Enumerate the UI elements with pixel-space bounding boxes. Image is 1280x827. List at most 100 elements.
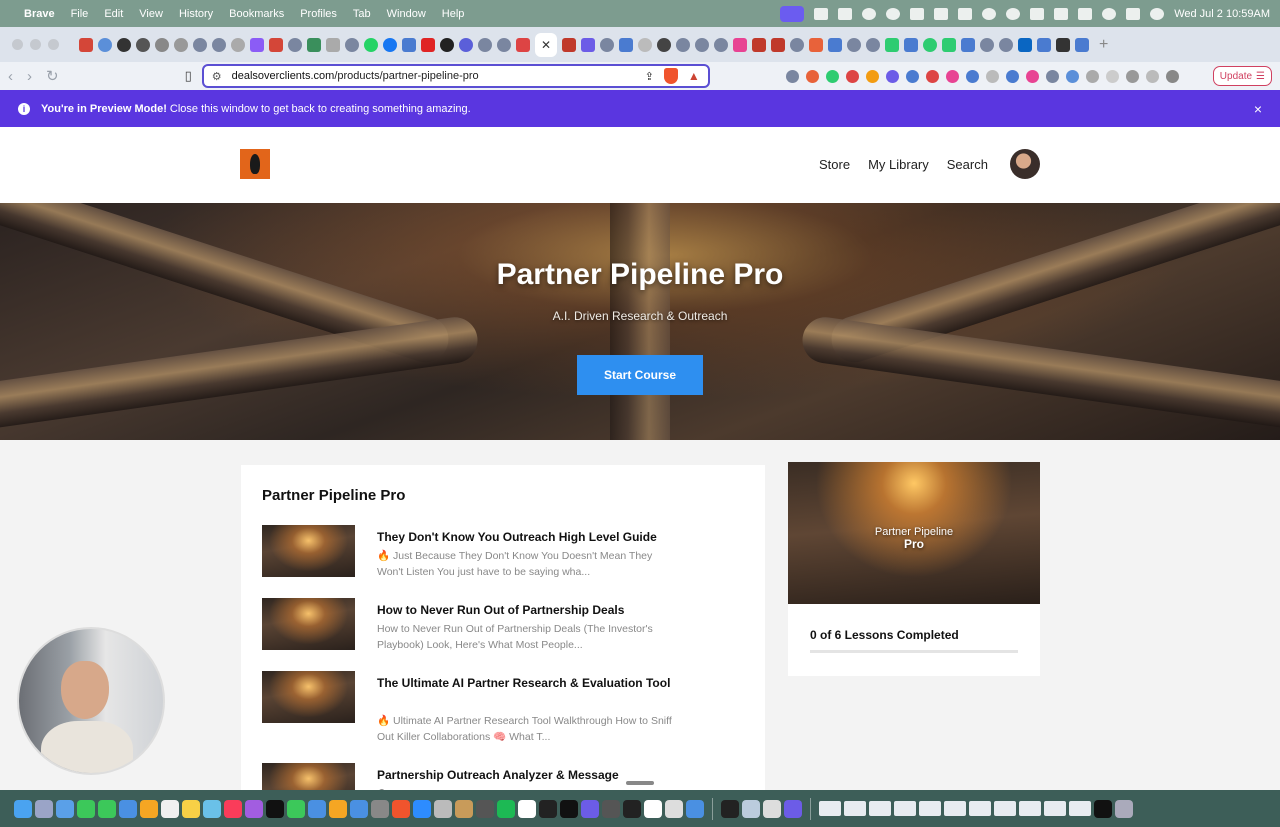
close-tab-icon[interactable]: ✕	[541, 38, 551, 52]
control-center-icon[interactable]	[1126, 7, 1141, 20]
site-tab-icon[interactable]	[581, 37, 595, 52]
gmail-tab-icon[interactable]	[269, 37, 283, 52]
extension-icon[interactable]	[1085, 69, 1099, 83]
settings-icon[interactable]	[982, 7, 997, 20]
vpn-icon[interactable]	[1165, 69, 1179, 83]
extension-icon[interactable]	[865, 69, 879, 83]
display-icon[interactable]	[934, 7, 949, 20]
start-course-button[interactable]: Start Course	[577, 355, 703, 395]
menu-help[interactable]: Help	[442, 8, 465, 20]
battery-icon[interactable]	[1054, 7, 1069, 20]
play-icon[interactable]	[1006, 7, 1021, 20]
site-tab-icon[interactable]	[155, 37, 169, 52]
lesson-item[interactable]: The Ultimate AI Partner Research & Evalu…	[262, 671, 752, 751]
site-tab-icon[interactable]	[771, 37, 785, 52]
extension-icon[interactable]	[785, 69, 799, 83]
close-banner-icon[interactable]: ×	[1254, 101, 1262, 117]
music-icon[interactable]	[224, 799, 242, 818]
app-icon[interactable]	[623, 799, 641, 818]
site-tab-icon[interactable]	[459, 37, 473, 52]
extension-icon[interactable]	[965, 69, 979, 83]
zoom-icon[interactable]	[413, 799, 431, 818]
nav-my-library[interactable]: My Library	[868, 157, 929, 172]
sheets-tab-icon[interactable]	[942, 37, 956, 52]
freeform-icon[interactable]	[203, 799, 221, 818]
screen-record-icon[interactable]	[780, 5, 805, 22]
site-tab-icon[interactable]	[695, 37, 709, 52]
app-icon[interactable]	[455, 799, 473, 818]
lesson-title[interactable]: How to Never Run Out of Partnership Deal…	[377, 601, 677, 620]
launchpad-icon[interactable]	[35, 799, 53, 818]
nav-store[interactable]: Store	[819, 157, 850, 172]
menu-history[interactable]: History	[179, 8, 213, 20]
menu-window[interactable]: Window	[387, 8, 426, 20]
site-tab-icon[interactable]	[288, 37, 302, 52]
calendar-icon[interactable]	[1030, 7, 1045, 20]
menu-view[interactable]: View	[139, 8, 163, 20]
siri-icon[interactable]	[1150, 7, 1165, 20]
lesson-item[interactable]: How to Never Run Out of Partnership Deal…	[262, 598, 752, 658]
extension-icon[interactable]	[805, 69, 819, 83]
facebook-tab-icon[interactable]	[383, 37, 397, 52]
app-icon[interactable]	[602, 799, 620, 818]
extension-icon[interactable]	[1045, 69, 1059, 83]
app-icon[interactable]	[721, 799, 739, 818]
site-tab-icon[interactable]	[638, 37, 652, 52]
leo-icon[interactable]	[1145, 69, 1159, 83]
app-icon[interactable]	[686, 799, 704, 818]
docs-tab-icon[interactable]	[904, 37, 918, 52]
site-tab-icon[interactable]	[307, 37, 321, 52]
close-window-icon[interactable]	[12, 39, 23, 50]
menu-tab[interactable]: Tab	[353, 8, 371, 20]
wallet-icon[interactable]	[1125, 69, 1139, 83]
site-tab-icon[interactable]	[516, 37, 530, 52]
minimized-window[interactable]	[919, 801, 941, 816]
extension-icon[interactable]	[985, 69, 999, 83]
app-icon[interactable]	[539, 799, 557, 818]
brave-icon[interactable]	[392, 799, 410, 818]
extension-icon[interactable]	[885, 69, 899, 83]
minimized-window[interactable]	[944, 801, 966, 816]
camera-icon[interactable]	[814, 7, 829, 20]
lesson-thumbnail[interactable]	[262, 525, 355, 577]
minimized-window[interactable]	[1094, 799, 1112, 818]
finder-icon[interactable]	[14, 799, 32, 818]
lesson-item[interactable]: They Don't Know You Outreach High Level …	[262, 525, 752, 585]
docs-tab-icon[interactable]	[1075, 37, 1089, 52]
site-tab-icon[interactable]	[117, 37, 131, 52]
site-tab-icon[interactable]	[497, 37, 511, 52]
extension-icon[interactable]	[925, 69, 939, 83]
address-bar[interactable]: ⚙ dealsoverclients.com/products/partner-…	[201, 64, 710, 88]
safari-icon[interactable]	[56, 799, 74, 818]
app-icon[interactable]	[763, 799, 781, 818]
docs-tab-icon[interactable]	[619, 37, 633, 52]
nav-search[interactable]: Search	[947, 157, 988, 172]
app-icon[interactable]	[784, 799, 802, 818]
notes-icon[interactable]	[182, 799, 200, 818]
site-tab-icon[interactable]	[250, 37, 264, 52]
site-tab-icon[interactable]	[657, 37, 671, 52]
site-tab-icon[interactable]	[600, 37, 614, 52]
lesson-title[interactable]: They Don't Know You Outreach High Level …	[377, 528, 677, 547]
minimized-window[interactable]	[1069, 801, 1091, 816]
extension-icon[interactable]	[1065, 69, 1079, 83]
back-icon[interactable]: ‹	[8, 68, 13, 85]
youtube-tab-icon[interactable]	[421, 37, 435, 52]
site-logo[interactable]	[240, 149, 270, 179]
minimized-window[interactable]	[1019, 801, 1041, 816]
messages-icon[interactable]	[98, 799, 116, 818]
trash-icon[interactable]	[1115, 799, 1133, 818]
site-tab-icon[interactable]	[980, 37, 994, 52]
site-tab-icon[interactable]	[847, 37, 861, 52]
site-tab-icon[interactable]	[714, 37, 728, 52]
facetime-icon[interactable]	[77, 799, 95, 818]
site-tab-icon[interactable]	[98, 37, 112, 52]
site-tab-icon[interactable]	[326, 37, 340, 52]
app-icon[interactable]	[434, 799, 452, 818]
brave-rewards-icon[interactable]: ▲	[688, 69, 700, 83]
extension-icon[interactable]	[1025, 69, 1039, 83]
site-info-icon[interactable]: ⚙	[212, 70, 222, 83]
app-icon[interactable]	[581, 799, 599, 818]
app-icon[interactable]	[560, 799, 578, 818]
site-tab-icon[interactable]	[345, 37, 359, 52]
